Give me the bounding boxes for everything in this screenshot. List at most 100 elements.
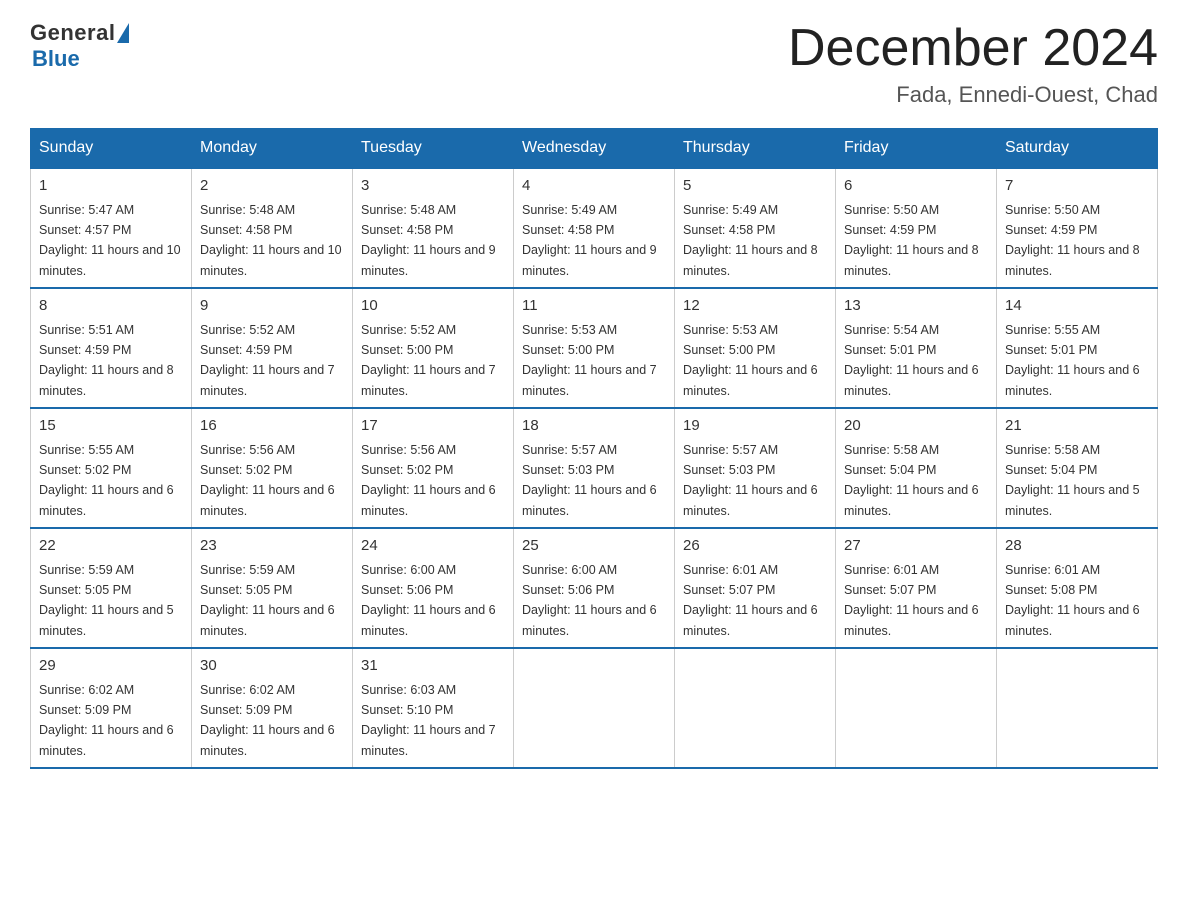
logo-general-text: General (30, 20, 115, 46)
col-header-sunday: Sunday (31, 129, 192, 169)
day-number: 5 (683, 175, 827, 198)
day-info: Sunrise: 5:58 AMSunset: 5:04 PMDaylight:… (1005, 443, 1140, 518)
day-info: Sunrise: 5:50 AMSunset: 4:59 PMDaylight:… (844, 203, 979, 278)
calendar-cell: 24 Sunrise: 6:00 AMSunset: 5:06 PMDaylig… (353, 528, 514, 648)
day-info: Sunrise: 5:59 AMSunset: 5:05 PMDaylight:… (200, 563, 335, 638)
day-info: Sunrise: 5:53 AMSunset: 5:00 PMDaylight:… (683, 323, 818, 398)
day-info: Sunrise: 5:59 AMSunset: 5:05 PMDaylight:… (39, 563, 174, 638)
calendar-cell: 29 Sunrise: 6:02 AMSunset: 5:09 PMDaylig… (31, 648, 192, 768)
calendar-header-row: SundayMondayTuesdayWednesdayThursdayFrid… (31, 129, 1158, 169)
logo-triangle-icon (117, 23, 129, 43)
day-number: 13 (844, 295, 988, 318)
calendar-cell: 7 Sunrise: 5:50 AMSunset: 4:59 PMDayligh… (997, 168, 1158, 288)
day-number: 14 (1005, 295, 1149, 318)
day-number: 10 (361, 295, 505, 318)
calendar-cell: 14 Sunrise: 5:55 AMSunset: 5:01 PMDaylig… (997, 288, 1158, 408)
week-row-1: 1 Sunrise: 5:47 AMSunset: 4:57 PMDayligh… (31, 168, 1158, 288)
calendar-table: SundayMondayTuesdayWednesdayThursdayFrid… (30, 128, 1158, 769)
day-number: 21 (1005, 415, 1149, 438)
week-row-3: 15 Sunrise: 5:55 AMSunset: 5:02 PMDaylig… (31, 408, 1158, 528)
col-header-monday: Monday (192, 129, 353, 169)
day-number: 29 (39, 655, 183, 678)
day-info: Sunrise: 5:56 AMSunset: 5:02 PMDaylight:… (200, 443, 335, 518)
calendar-cell: 2 Sunrise: 5:48 AMSunset: 4:58 PMDayligh… (192, 168, 353, 288)
day-info: Sunrise: 5:55 AMSunset: 5:01 PMDaylight:… (1005, 323, 1140, 398)
day-number: 28 (1005, 535, 1149, 558)
calendar-cell: 8 Sunrise: 5:51 AMSunset: 4:59 PMDayligh… (31, 288, 192, 408)
day-number: 15 (39, 415, 183, 438)
calendar-cell: 27 Sunrise: 6:01 AMSunset: 5:07 PMDaylig… (836, 528, 997, 648)
day-info: Sunrise: 6:01 AMSunset: 5:07 PMDaylight:… (844, 563, 979, 638)
day-info: Sunrise: 5:51 AMSunset: 4:59 PMDaylight:… (39, 323, 174, 398)
page-header: General Blue December 2024 Fada, Ennedi-… (30, 20, 1158, 108)
day-info: Sunrise: 5:48 AMSunset: 4:58 PMDaylight:… (200, 203, 342, 278)
title-block: December 2024 Fada, Ennedi-Ouest, Chad (788, 20, 1158, 108)
day-info: Sunrise: 6:00 AMSunset: 5:06 PMDaylight:… (522, 563, 657, 638)
day-number: 9 (200, 295, 344, 318)
logo-blue-text: Blue (32, 46, 80, 72)
day-info: Sunrise: 6:02 AMSunset: 5:09 PMDaylight:… (39, 683, 174, 758)
day-number: 1 (39, 175, 183, 198)
day-number: 17 (361, 415, 505, 438)
day-info: Sunrise: 5:48 AMSunset: 4:58 PMDaylight:… (361, 203, 496, 278)
day-number: 8 (39, 295, 183, 318)
calendar-cell (997, 648, 1158, 768)
calendar-cell: 21 Sunrise: 5:58 AMSunset: 5:04 PMDaylig… (997, 408, 1158, 528)
day-info: Sunrise: 5:49 AMSunset: 4:58 PMDaylight:… (522, 203, 657, 278)
calendar-cell: 22 Sunrise: 5:59 AMSunset: 5:05 PMDaylig… (31, 528, 192, 648)
day-info: Sunrise: 5:49 AMSunset: 4:58 PMDaylight:… (683, 203, 818, 278)
day-info: Sunrise: 5:58 AMSunset: 5:04 PMDaylight:… (844, 443, 979, 518)
day-number: 20 (844, 415, 988, 438)
calendar-cell: 31 Sunrise: 6:03 AMSunset: 5:10 PMDaylig… (353, 648, 514, 768)
day-number: 30 (200, 655, 344, 678)
week-row-4: 22 Sunrise: 5:59 AMSunset: 5:05 PMDaylig… (31, 528, 1158, 648)
col-header-wednesday: Wednesday (514, 129, 675, 169)
day-number: 24 (361, 535, 505, 558)
day-info: Sunrise: 5:53 AMSunset: 5:00 PMDaylight:… (522, 323, 657, 398)
calendar-cell: 10 Sunrise: 5:52 AMSunset: 5:00 PMDaylig… (353, 288, 514, 408)
day-number: 27 (844, 535, 988, 558)
logo: General Blue (30, 20, 129, 72)
calendar-cell: 20 Sunrise: 5:58 AMSunset: 5:04 PMDaylig… (836, 408, 997, 528)
calendar-cell: 18 Sunrise: 5:57 AMSunset: 5:03 PMDaylig… (514, 408, 675, 528)
day-number: 26 (683, 535, 827, 558)
day-number: 31 (361, 655, 505, 678)
col-header-friday: Friday (836, 129, 997, 169)
calendar-cell: 3 Sunrise: 5:48 AMSunset: 4:58 PMDayligh… (353, 168, 514, 288)
day-info: Sunrise: 5:55 AMSunset: 5:02 PMDaylight:… (39, 443, 174, 518)
calendar-cell: 28 Sunrise: 6:01 AMSunset: 5:08 PMDaylig… (997, 528, 1158, 648)
day-number: 3 (361, 175, 505, 198)
calendar-cell: 16 Sunrise: 5:56 AMSunset: 5:02 PMDaylig… (192, 408, 353, 528)
calendar-cell (675, 648, 836, 768)
week-row-2: 8 Sunrise: 5:51 AMSunset: 4:59 PMDayligh… (31, 288, 1158, 408)
calendar-cell: 23 Sunrise: 5:59 AMSunset: 5:05 PMDaylig… (192, 528, 353, 648)
day-number: 11 (522, 295, 666, 318)
day-info: Sunrise: 6:00 AMSunset: 5:06 PMDaylight:… (361, 563, 496, 638)
day-info: Sunrise: 5:56 AMSunset: 5:02 PMDaylight:… (361, 443, 496, 518)
calendar-cell: 13 Sunrise: 5:54 AMSunset: 5:01 PMDaylig… (836, 288, 997, 408)
day-info: Sunrise: 5:57 AMSunset: 5:03 PMDaylight:… (522, 443, 657, 518)
calendar-cell: 1 Sunrise: 5:47 AMSunset: 4:57 PMDayligh… (31, 168, 192, 288)
day-number: 25 (522, 535, 666, 558)
day-info: Sunrise: 5:50 AMSunset: 4:59 PMDaylight:… (1005, 203, 1140, 278)
calendar-cell: 15 Sunrise: 5:55 AMSunset: 5:02 PMDaylig… (31, 408, 192, 528)
calendar-cell: 4 Sunrise: 5:49 AMSunset: 4:58 PMDayligh… (514, 168, 675, 288)
day-info: Sunrise: 5:52 AMSunset: 5:00 PMDaylight:… (361, 323, 496, 398)
day-info: Sunrise: 6:01 AMSunset: 5:08 PMDaylight:… (1005, 563, 1140, 638)
calendar-cell: 17 Sunrise: 5:56 AMSunset: 5:02 PMDaylig… (353, 408, 514, 528)
week-row-5: 29 Sunrise: 6:02 AMSunset: 5:09 PMDaylig… (31, 648, 1158, 768)
day-number: 4 (522, 175, 666, 198)
calendar-cell: 26 Sunrise: 6:01 AMSunset: 5:07 PMDaylig… (675, 528, 836, 648)
day-number: 6 (844, 175, 988, 198)
col-header-saturday: Saturday (997, 129, 1158, 169)
calendar-cell: 11 Sunrise: 5:53 AMSunset: 5:00 PMDaylig… (514, 288, 675, 408)
col-header-tuesday: Tuesday (353, 129, 514, 169)
day-info: Sunrise: 5:52 AMSunset: 4:59 PMDaylight:… (200, 323, 335, 398)
calendar-cell: 9 Sunrise: 5:52 AMSunset: 4:59 PMDayligh… (192, 288, 353, 408)
day-info: Sunrise: 5:54 AMSunset: 5:01 PMDaylight:… (844, 323, 979, 398)
day-info: Sunrise: 6:02 AMSunset: 5:09 PMDaylight:… (200, 683, 335, 758)
month-title: December 2024 (788, 20, 1158, 77)
day-number: 19 (683, 415, 827, 438)
calendar-cell: 6 Sunrise: 5:50 AMSunset: 4:59 PMDayligh… (836, 168, 997, 288)
day-number: 22 (39, 535, 183, 558)
